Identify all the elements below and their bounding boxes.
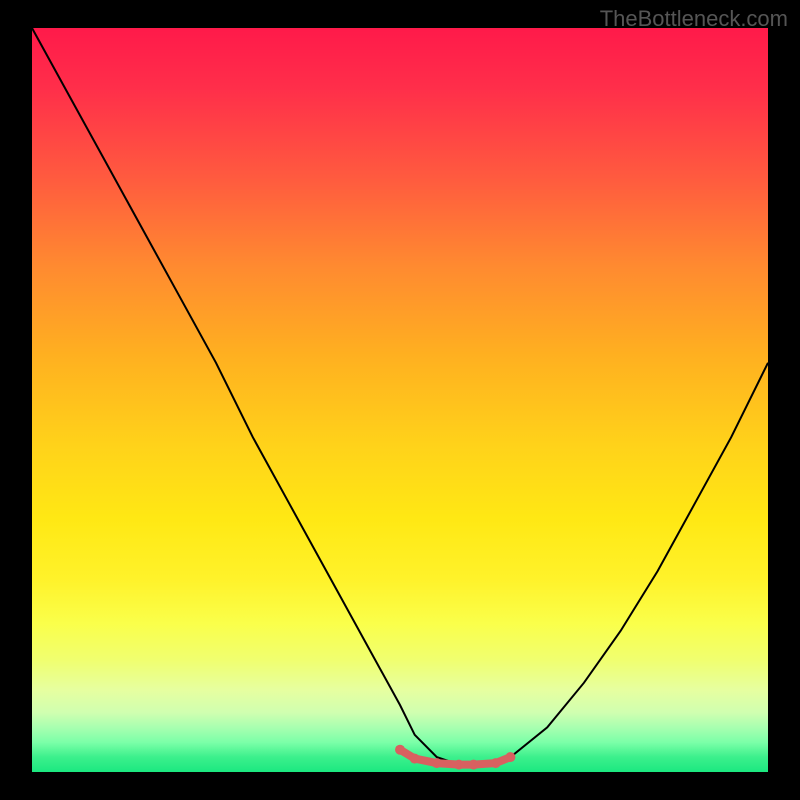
optimal-marker-dot	[491, 758, 501, 768]
chart-svg	[32, 28, 768, 772]
optimal-marker-dot	[410, 754, 420, 764]
plot-area	[32, 28, 768, 772]
optimal-marker-dot	[454, 760, 464, 770]
optimal-marker-dot	[469, 760, 479, 770]
optimal-marker-dot	[395, 745, 405, 755]
optimal-marker-dot	[432, 758, 442, 768]
watermark-text: TheBottleneck.com	[600, 6, 788, 32]
optimal-marker	[395, 745, 515, 770]
curve-line	[32, 28, 768, 765]
optimal-marker-dot	[505, 752, 515, 762]
